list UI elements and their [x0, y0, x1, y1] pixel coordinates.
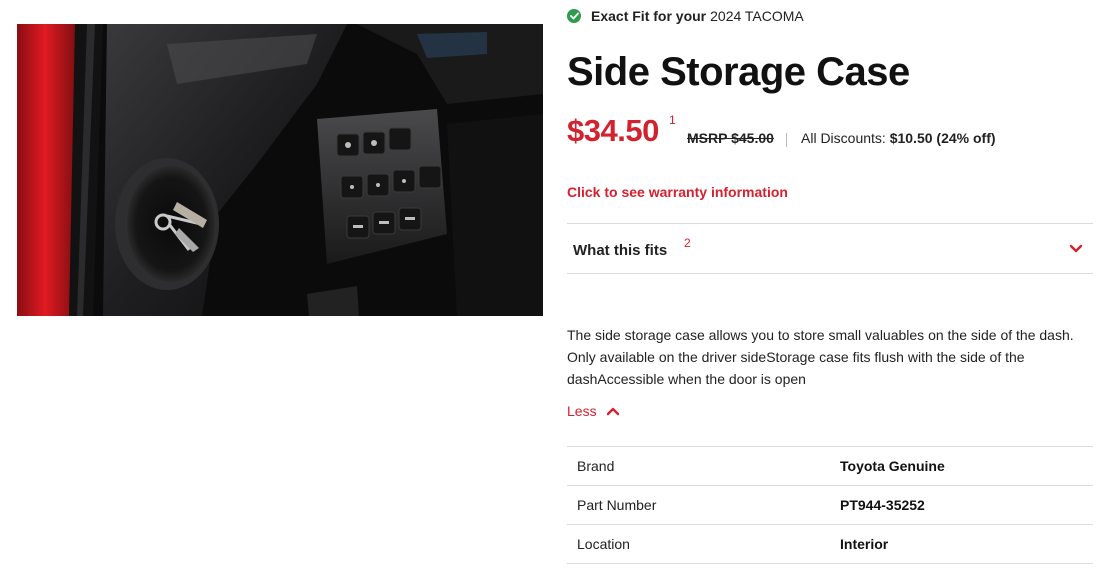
sale-price: $34.50	[567, 113, 659, 148]
warranty-link[interactable]: Click to see warranty information	[567, 184, 788, 200]
spec-key: Location	[577, 536, 630, 552]
what-this-fits-accordion[interactable]: What this fits 2	[567, 223, 1093, 274]
price-footnote: 1	[669, 113, 676, 127]
specs-table: Brand Toyota Genuine Part Number PT944-3…	[567, 446, 1093, 564]
fitment-status: Exact Fit for your 2024 TACOMA	[567, 7, 804, 25]
discounts: All Discounts: $10.50 (24% off)	[801, 130, 996, 146]
price-row: $34.50 1 MSRP $45.00 All Discounts: $10.…	[567, 113, 1093, 153]
discounts-value: $10.50 (24% off)	[889, 130, 996, 146]
fitment-label: Exact Fit for your	[591, 8, 707, 24]
product-photo	[17, 24, 543, 316]
table-row: Part Number PT944-35252	[567, 486, 1093, 525]
spec-value: Interior	[840, 536, 889, 552]
fits-footnote: 2	[684, 236, 691, 250]
discounts-label: All Discounts:	[801, 130, 886, 146]
spec-key: Brand	[577, 458, 615, 474]
less-label: Less	[567, 403, 597, 419]
product-image	[17, 24, 543, 316]
product-title: Side Storage Case	[567, 50, 910, 94]
less-toggle[interactable]: Less	[567, 403, 620, 419]
chevron-down-icon[interactable]	[1069, 244, 1083, 254]
chevron-up-icon	[606, 407, 619, 416]
table-row: Location Interior	[567, 525, 1093, 564]
spec-value: PT944-35252	[840, 497, 925, 513]
what-this-fits-label: What this fits	[573, 242, 668, 259]
spec-value: Toyota Genuine	[840, 458, 945, 474]
product-description: The side storage case allows you to stor…	[567, 327, 1074, 387]
spec-key: Part Number	[577, 497, 657, 513]
fitment-vehicle: 2024 TACOMA	[710, 8, 804, 24]
msrp-price: MSRP $45.00	[687, 130, 774, 146]
table-row: Brand Toyota Genuine	[567, 447, 1093, 486]
price-divider	[786, 133, 787, 147]
check-circle-icon	[567, 9, 581, 23]
